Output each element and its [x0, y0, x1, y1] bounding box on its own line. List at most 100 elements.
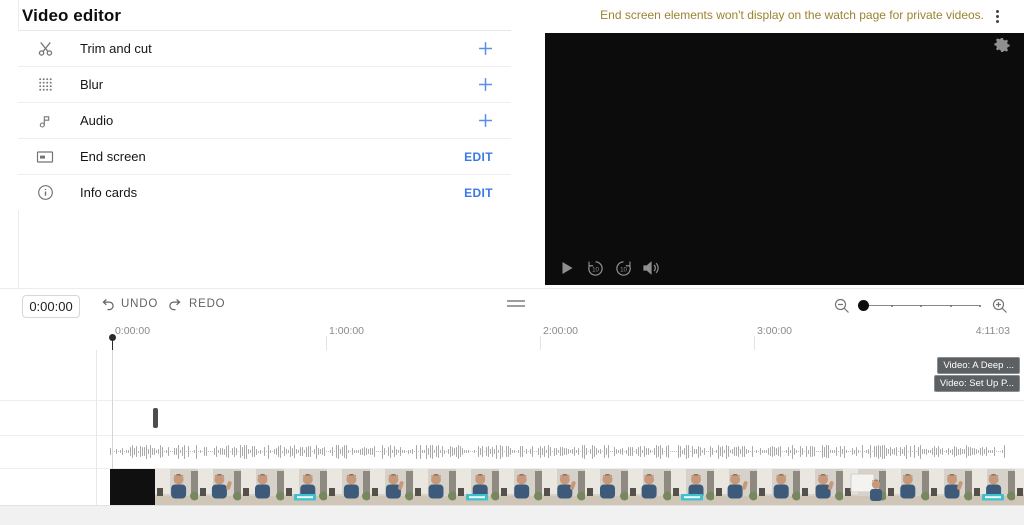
filmstrip-thumbnail — [800, 469, 843, 505]
private-video-notice: End screen elements won't display on the… — [600, 8, 984, 22]
filmstrip-thumbnail — [757, 469, 800, 505]
end-screen-icon — [32, 365, 52, 385]
ruler-tick — [754, 336, 755, 350]
tool-row-trim-and-cut[interactable]: Trim and cut — [18, 31, 511, 67]
music-note-icon — [32, 442, 52, 462]
filmstrip-thumbnail — [110, 469, 155, 505]
audio-waveform — [96, 435, 1024, 468]
redo-label: REDO — [189, 298, 225, 310]
zoom-slider-tick — [979, 305, 981, 307]
ruler-mark-label: 3:00:00 — [757, 325, 792, 337]
zoom-slider-thumb[interactable] — [858, 300, 869, 311]
forward-10-icon[interactable]: 10 — [609, 256, 637, 280]
info-icon — [32, 408, 52, 428]
scissors-icon — [36, 40, 54, 58]
track-row-video — [0, 468, 1024, 506]
play-icon[interactable] — [553, 256, 581, 280]
info-cards-lane[interactable] — [96, 400, 1024, 435]
track-row-end-screen: Video: A Deep ...Video: Set Up P... — [0, 350, 1024, 401]
video-filmstrip — [110, 469, 1024, 505]
info-cards-track-header — [18, 400, 96, 435]
undo-label: UNDO — [121, 298, 158, 310]
tool-label: End screen — [80, 149, 146, 164]
zoom-out-icon[interactable] — [832, 296, 852, 316]
kebab-menu-icon[interactable] — [988, 6, 1006, 26]
blur-icon — [36, 76, 54, 94]
ruler-tick — [326, 336, 327, 350]
end-screen-track-header — [18, 350, 96, 400]
tools-panel: Trim and cutBlurAudioEnd screenEDITInfo … — [18, 31, 511, 210]
tool-row-end-screen[interactable]: End screen EDIT — [18, 139, 511, 175]
zoom-slider-tick — [950, 305, 952, 307]
video-filmstrip-lane[interactable] — [96, 468, 1024, 505]
video-editor-page: Video editor End screen elements won't d… — [0, 0, 1024, 525]
filmstrip-thumbnail — [456, 469, 499, 505]
volume-icon[interactable] — [637, 256, 665, 280]
ruler-mark-label: 1:00:00 — [329, 325, 364, 337]
ruler-mark-label: 2:00:00 — [543, 325, 578, 337]
redo-button[interactable]: REDO — [168, 297, 225, 311]
tool-label: Trim and cut — [80, 41, 152, 56]
filmstrip-thumbnail — [241, 469, 284, 505]
filmstrip-thumbnail — [1015, 469, 1024, 505]
current-time-field[interactable]: 0:00:00 — [22, 295, 80, 318]
edit-end-screen-button[interactable]: EDIT — [464, 150, 493, 164]
track-header-divider — [96, 350, 97, 505]
zoom-slider-tick — [920, 305, 922, 307]
tool-label: Info cards — [80, 185, 137, 200]
end-screen-icon — [36, 148, 54, 166]
end-screen-lane[interactable]: Video: A Deep ...Video: Set Up P... — [96, 350, 1024, 400]
tool-row-blur[interactable]: Blur — [18, 67, 511, 103]
filmstrip-thumbnail — [327, 469, 370, 505]
svg-text:10: 10 — [620, 266, 627, 273]
film-clip-icon — [32, 477, 52, 497]
info-card-marker[interactable] — [153, 408, 158, 428]
filmstrip-thumbnail — [155, 469, 198, 505]
player-controls-bar: 10 10 — [545, 251, 1024, 285]
ruler-end-time: 4:11:03 — [976, 325, 1010, 337]
tool-label: Blur — [80, 77, 103, 92]
rewind-10-icon[interactable]: 10 — [581, 256, 609, 280]
music-note-icon — [36, 112, 54, 130]
gear-icon[interactable] — [988, 33, 1016, 57]
end-screen-clip-chip[interactable]: Video: A Deep ... — [937, 357, 1020, 374]
timeline-tracks: Video: A Deep ...Video: Set Up P... — [0, 350, 1024, 505]
end-screen-clip-chip[interactable]: Video: Set Up P... — [934, 375, 1020, 392]
filmstrip-thumbnail — [499, 469, 542, 505]
zoom-in-icon[interactable] — [990, 296, 1010, 316]
add-trim-and-cut-button[interactable] — [478, 41, 493, 56]
edit-pencil-icon[interactable] — [74, 366, 92, 384]
filmstrip-thumbnail — [886, 469, 929, 505]
undo-icon — [100, 297, 115, 311]
filmstrip-thumbnail — [929, 469, 972, 505]
track-row-audio — [0, 435, 1024, 469]
audio-track-header — [18, 435, 96, 468]
tool-row-audio[interactable]: Audio — [18, 103, 511, 139]
timeline-resize-handle[interactable] — [507, 300, 525, 308]
add-audio-button[interactable] — [478, 113, 493, 128]
edit-info-cards-button[interactable]: EDIT — [464, 186, 493, 200]
bottom-strip — [0, 505, 1024, 525]
track-row-info-cards — [0, 400, 1024, 436]
playhead-stem — [112, 339, 114, 350]
svg-text:10: 10 — [592, 266, 599, 273]
filmstrip-thumbnail — [628, 469, 671, 505]
page-title: Video editor — [22, 6, 121, 26]
info-icon — [36, 184, 54, 202]
filmstrip-thumbnail — [714, 469, 757, 505]
filmstrip-thumbnail — [542, 469, 585, 505]
zoom-slider-tick — [891, 305, 893, 307]
undo-button[interactable]: UNDO — [100, 297, 158, 311]
edit-pencil-icon[interactable] — [74, 409, 92, 427]
timeline-toolbar: 0:00:00 UNDO REDO — [0, 288, 1024, 323]
timeline-ruler[interactable]: 4:11:03 0:00:00 1:00:00 2:00:00 3:00:00 — [0, 322, 1024, 351]
add-blur-button[interactable] — [478, 77, 493, 92]
video-player-viewport: 10 10 — [545, 33, 1024, 285]
tool-row-info-cards[interactable]: Info cards EDIT — [18, 175, 511, 210]
filmstrip-thumbnail — [585, 469, 628, 505]
ruler-mark-label: 0:00:00 — [115, 325, 150, 337]
tool-label: Audio — [80, 113, 113, 128]
audio-waveform-lane[interactable] — [96, 435, 1024, 468]
filmstrip-thumbnail — [370, 469, 413, 505]
zoom-slider[interactable] — [860, 296, 982, 316]
